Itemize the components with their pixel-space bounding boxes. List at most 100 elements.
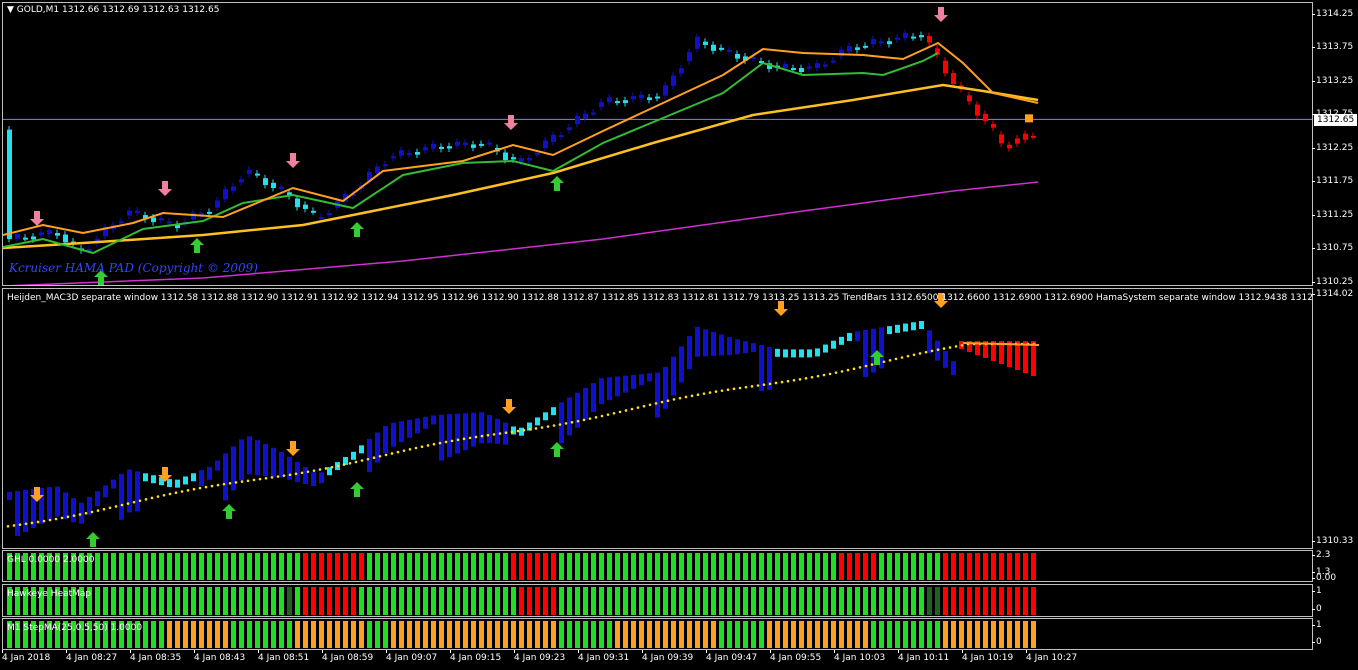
ghl-pane[interactable]: GHL 0.0000 2.0000 bbox=[2, 550, 1313, 582]
heiken-bar bbox=[215, 460, 220, 471]
heatmap-bar bbox=[287, 587, 292, 615]
hama-dot bbox=[138, 499, 142, 503]
time-tick: 4 Jan 10:11 bbox=[898, 650, 950, 663]
hama-dot bbox=[72, 514, 76, 517]
heiken-bar bbox=[951, 361, 956, 376]
ghl-bar bbox=[223, 553, 228, 580]
stepma-bar bbox=[975, 621, 980, 648]
hama-dot bbox=[300, 471, 304, 475]
heatmap-bar bbox=[271, 587, 276, 615]
time-tick: 4 Jan 08:51 bbox=[258, 650, 310, 663]
hama-dot bbox=[516, 429, 520, 433]
candle-body bbox=[879, 41, 884, 44]
ghl-bar bbox=[495, 553, 500, 580]
time-tick: 4 Jan 09:31 bbox=[578, 650, 630, 663]
ghl-bar bbox=[263, 553, 268, 580]
candle-body bbox=[839, 49, 844, 57]
stepma-bar bbox=[199, 621, 204, 648]
ghl-bar bbox=[183, 553, 188, 580]
hawkeye-axis[interactable]: 1 0 bbox=[1312, 584, 1358, 617]
heiken-bar bbox=[55, 486, 60, 517]
ghl-bar bbox=[871, 553, 876, 580]
heatmap-bar bbox=[983, 587, 988, 615]
candle-body bbox=[119, 221, 124, 224]
heatmap-bar bbox=[199, 587, 204, 615]
hawkeye-tick: 1 bbox=[1312, 586, 1322, 596]
main-price-axis[interactable]: 1314.25 1313.75 1313.25 1312.75 1312.25 … bbox=[1311, 2, 1358, 287]
ghl-bar bbox=[1015, 553, 1020, 580]
heiken-bar bbox=[247, 436, 252, 475]
price-tick: 1311.75 bbox=[1311, 176, 1354, 186]
heatmap-bar bbox=[1023, 587, 1028, 615]
hama-dot bbox=[474, 435, 478, 439]
time-axis[interactable]: 4 Jan 2018 4 Jan 08:27 4 Jan 08:35 4 Jan 08… bbox=[0, 650, 1358, 670]
stepma-bar bbox=[455, 621, 460, 648]
stepma-bar bbox=[567, 621, 572, 648]
heatmap-bar bbox=[159, 587, 164, 615]
ghl-axis[interactable]: 2.3 1.3 0.00 bbox=[1311, 550, 1358, 583]
heatmap-bar bbox=[143, 587, 148, 615]
candle-body bbox=[711, 44, 716, 51]
hama-dot bbox=[684, 395, 688, 399]
heiken-bar bbox=[559, 402, 564, 444]
hama-dot bbox=[810, 375, 814, 379]
heatmap-bar bbox=[919, 587, 924, 615]
hama-dot bbox=[96, 509, 100, 512]
hama-dot bbox=[828, 372, 832, 376]
heiken-bar bbox=[271, 447, 276, 477]
hama-dot bbox=[498, 432, 502, 435]
candle-body bbox=[615, 101, 620, 104]
stepma-axis[interactable]: 1 0 bbox=[1312, 618, 1358, 650]
hama-dot bbox=[900, 356, 904, 359]
stepma-pane[interactable]: M1 StepMA(25,0.5,50) 1.0000 bbox=[2, 618, 1313, 650]
ghl-bar bbox=[255, 553, 260, 580]
time-tick: 4 Jan 09:47 bbox=[706, 650, 758, 663]
heiken-bar bbox=[7, 491, 12, 500]
heiken-bar bbox=[735, 339, 740, 355]
ghl-tick: 0.00 bbox=[1311, 573, 1337, 583]
stepma-bar bbox=[351, 621, 356, 648]
hama-dot bbox=[534, 427, 538, 430]
menu-triangle-icon[interactable]: ▼ bbox=[7, 5, 14, 15]
hama-dot bbox=[780, 380, 784, 384]
hawkeye-tick: 0 bbox=[1312, 604, 1322, 614]
stepma-bar bbox=[639, 621, 644, 648]
heiken-bar bbox=[391, 422, 396, 447]
ghl-bar bbox=[375, 553, 380, 580]
heiken-bar bbox=[303, 467, 308, 485]
stepma-bar bbox=[159, 621, 164, 648]
heiken-pane[interactable]: Heijden_MAC3D separate window 1312.58 13… bbox=[2, 288, 1313, 549]
price-chart bbox=[3, 7, 1312, 285]
heiken-bar bbox=[591, 383, 596, 413]
time-tick: 4 Jan 09:55 bbox=[770, 650, 822, 663]
stepma-bar bbox=[207, 621, 212, 648]
heiken-axis[interactable]: 1314.02 1310.33 bbox=[1311, 288, 1358, 549]
heiken-bar bbox=[327, 467, 332, 476]
stepma-bar bbox=[423, 621, 428, 648]
stepma-bar bbox=[967, 621, 972, 648]
candle-body bbox=[823, 64, 828, 67]
price-tick: 1312.25 bbox=[1311, 143, 1354, 153]
hama-dot bbox=[48, 518, 52, 522]
hama-dot bbox=[624, 409, 628, 412]
stepma-bar bbox=[231, 621, 236, 648]
hama-dot bbox=[834, 371, 838, 374]
candle-body bbox=[951, 73, 956, 84]
buy-arrow-icon bbox=[222, 504, 236, 519]
heatmap-bar bbox=[559, 587, 564, 615]
hama-dot bbox=[324, 467, 328, 470]
heiken-bar bbox=[599, 378, 604, 405]
stepma-bar bbox=[607, 621, 612, 648]
ghl-bar bbox=[551, 553, 556, 580]
main-chart-pane[interactable]: ▼ GOLD,M1 1312.66 1312.69 1312.63 1312.6… bbox=[2, 2, 1313, 286]
heatmap-bar bbox=[791, 587, 796, 615]
hama-dot bbox=[312, 469, 316, 472]
hawkeye-pane[interactable]: Hawkeye HeatMap bbox=[2, 584, 1313, 617]
stepma-bar bbox=[471, 621, 476, 648]
candle-body bbox=[607, 97, 612, 103]
hama-dot bbox=[660, 400, 664, 404]
candle-body bbox=[919, 35, 924, 38]
candle-body bbox=[1031, 135, 1036, 138]
ghl-bar bbox=[143, 553, 148, 580]
time-tick: 4 Jan 08:27 bbox=[66, 650, 118, 663]
